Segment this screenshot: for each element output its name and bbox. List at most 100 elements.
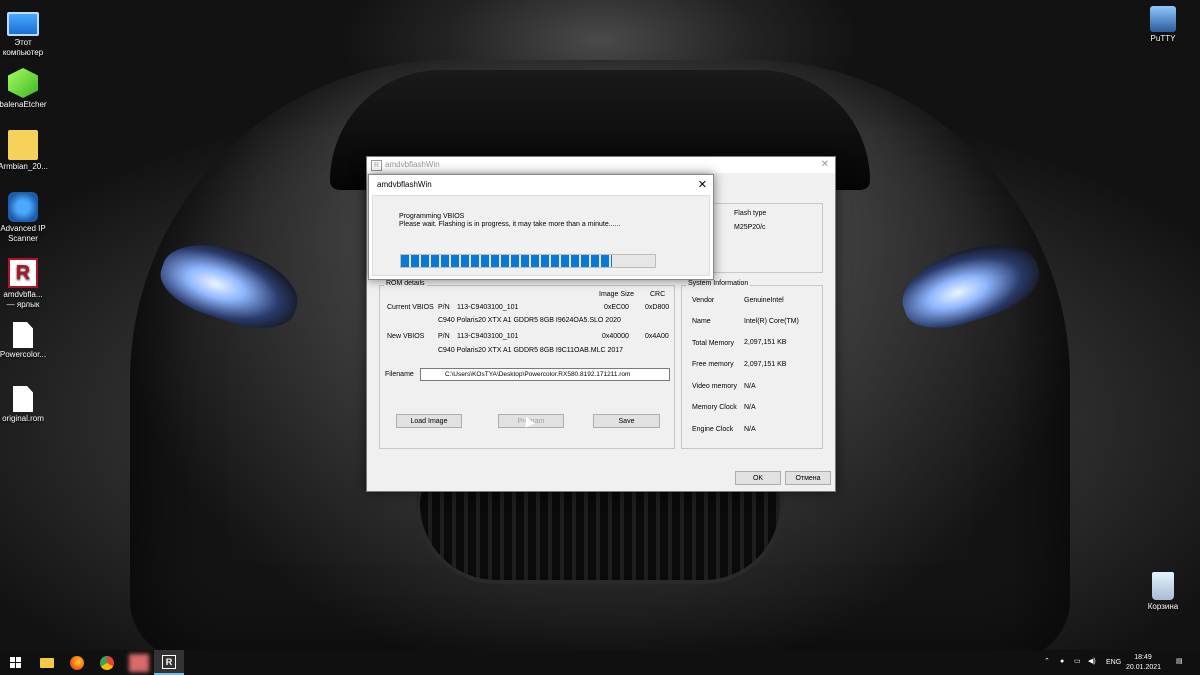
video-memory-value: N/A (744, 383, 756, 390)
file-icon (13, 322, 33, 348)
save-button[interactable]: Save (593, 414, 660, 428)
name-value: Intel(R) Core(TM) (744, 318, 799, 325)
new-description: C940 Polaris20 XTX A1 GDDR5 8GB I9C11OAB… (438, 347, 624, 354)
free-memory-label: Free memory (692, 361, 734, 368)
taskbar-amdvbflash[interactable]: R (154, 650, 184, 675)
putty-icon (1150, 6, 1176, 32)
current-pn-value: 113-C9403100_101 (457, 304, 519, 311)
desktop-icon-label: PuTTY (1150, 34, 1176, 43)
total-memory-label: Total Memory (692, 340, 735, 347)
video-memory-label: Video memory (692, 383, 738, 390)
amdvbflash-icon: R (162, 654, 176, 669)
amdvbflash-icon: R (8, 258, 38, 288)
windows-icon (9, 657, 21, 668)
ok-button[interactable]: OK (735, 471, 781, 485)
new-pn-value: 113-C9403100_101 (457, 333, 519, 340)
recycle-bin-icon (1152, 572, 1174, 600)
vendor-value: GenuineIntel (744, 297, 784, 304)
flash-type-label: Flash type (734, 210, 767, 217)
etcher-icon (8, 68, 38, 98)
computer-icon (7, 12, 39, 36)
desktop-icon-amdvbflash-shortcut[interactable]: R amdvbfla... — ярлык (0, 258, 58, 310)
current-vbios-label: Current VBIOS (387, 304, 434, 311)
chevron-up-icon[interactable]: ⌃ (1044, 657, 1050, 666)
main-window-title: amdvbflashWin (385, 160, 440, 169)
memory-clock-label: Memory Clock (692, 404, 737, 411)
desktop-icon-putty[interactable]: PuTTY (1128, 6, 1198, 44)
desktop-icon-advanced-ip-scanner[interactable]: Advanced IP Scanner (0, 192, 58, 244)
battery-icon[interactable]: ▭ (1074, 657, 1081, 666)
free-memory-value: 2,097,151 KB (744, 361, 787, 368)
dialog-message: Please wait. Flashing is in progress, it… (399, 221, 621, 228)
dialog-heading: Programming VBIOS (399, 213, 465, 220)
blurred-app-icon (129, 653, 149, 672)
current-image-size: 0xEC00 (604, 304, 629, 311)
taskbar-explorer[interactable] (32, 650, 62, 675)
current-crc: 0xD800 (645, 304, 670, 311)
current-description: C940 Polaris20 XTX A1 GDDR5 8GB I9624OA5… (438, 317, 621, 324)
language-indicator[interactable]: ENG (1106, 658, 1121, 667)
filename-field[interactable]: C:\Users\KOsTYA\Desktop\Powercolor.RX580… (420, 368, 670, 381)
dialog-title: amdvbflashWin (377, 180, 432, 189)
crc-header: CRC (650, 291, 666, 298)
close-icon[interactable]: ✕ (698, 175, 707, 195)
close-icon[interactable]: ✕ (821, 157, 829, 173)
flash-type-value: M25P20/c (734, 224, 766, 231)
taskbar-blurred-app[interactable] (124, 650, 154, 675)
rom-details-legend: ROM details (384, 280, 427, 287)
desktop-icon-label: original.rom (2, 414, 44, 423)
desktop-icon-label: Этот компьютер (2, 38, 44, 57)
desktop-icon-label: Armbian_20... (0, 162, 48, 171)
desktop-icon-this-pc[interactable]: Этот компьютер (0, 6, 58, 58)
start-button[interactable] (0, 650, 30, 675)
taskbar-chrome[interactable] (92, 650, 122, 675)
image-size-header: Image Size (599, 291, 635, 298)
load-image-button[interactable]: Load Image (396, 414, 462, 428)
app-icon: R (371, 160, 382, 171)
total-memory-value: 2,097,151 KB (744, 339, 787, 346)
archive-folder-icon (8, 130, 38, 160)
desktop-icon-armbian[interactable]: Armbian_20... (0, 130, 58, 172)
programming-dialog[interactable]: amdvbflashWin ✕ Programming VBIOS Please… (368, 174, 714, 280)
notifications-icon[interactable]: ▤ (1176, 657, 1183, 666)
current-pn-label: P/N (438, 304, 450, 311)
chrome-icon (100, 655, 114, 670)
microphone-icon[interactable]: ● (1060, 657, 1064, 666)
system-info-legend: System Information (686, 280, 751, 287)
name-label: Name (692, 318, 711, 325)
filename-label: Filename (385, 371, 414, 378)
desktop-icon-powercolor-rom[interactable]: Powercolor... (0, 322, 58, 360)
desktop-icon-original-rom[interactable]: original.rom (0, 386, 58, 424)
main-window-titlebar[interactable]: R amdvbflashWin ✕ (367, 157, 835, 173)
new-image-size: 0x40000 (602, 333, 629, 340)
folder-icon (40, 657, 54, 668)
new-crc: 0x4A00 (645, 333, 669, 340)
progress-fill (401, 255, 612, 267)
desktop-icon-balenaetcher[interactable]: balenaEtcher (0, 68, 58, 110)
engine-clock-label: Engine Clock (692, 426, 734, 433)
dialog-body: Programming VBIOS Please wait. Flashing … (372, 195, 710, 276)
firefox-icon (70, 655, 84, 670)
taskbar-firefox[interactable] (62, 650, 92, 675)
clock-date[interactable]: 20.01.2021 (1126, 663, 1161, 672)
system-info-group: System Information Vendor GenuineIntel N… (681, 280, 823, 449)
new-pn-label: P/N (438, 333, 450, 340)
file-icon (13, 386, 33, 412)
desktop-icon-label: Advanced IP Scanner (0, 224, 46, 243)
desktop-icon-label: Корзина (1147, 602, 1179, 611)
desktop-icon-label: Powercolor... (0, 350, 47, 359)
vendor-label: Vendor (692, 297, 715, 304)
desktop-icon-label: balenaEtcher (0, 100, 47, 109)
flash-progress-bar (400, 254, 656, 268)
new-vbios-label: New VBIOS (387, 333, 425, 340)
clock-time[interactable]: 18:49 (1126, 653, 1160, 662)
desktop-icon-recycle-bin[interactable]: Корзина (1128, 572, 1198, 612)
taskbar: R ⌃ ● ▭ ◀) ENG 18:49 20.01.2021 ▤ (0, 650, 1200, 675)
desktop-icon-label: amdvbfla... — ярлык (3, 290, 43, 309)
volume-icon[interactable]: ◀) (1088, 657, 1096, 666)
dialog-titlebar[interactable]: amdvbflashWin ✕ (369, 175, 713, 195)
engine-clock-value: N/A (744, 426, 756, 433)
network-scanner-icon (8, 192, 38, 222)
memory-clock-value: N/A (744, 404, 756, 411)
cancel-button[interactable]: Отмена (785, 471, 831, 485)
